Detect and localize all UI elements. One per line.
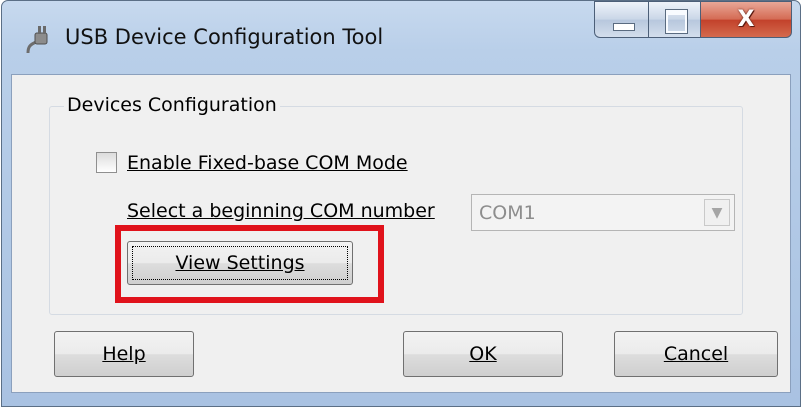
close-icon: X [737,7,755,32]
com-number-select[interactable]: COM1 ▼ [471,194,735,231]
help-button[interactable]: Help [54,331,194,377]
ok-button-label: OK [469,343,497,365]
dialog-window: USB Device Configuration Tool X Devices … [1,0,801,407]
fixed-base-com-checkbox[interactable] [96,152,117,173]
cancel-button-label: Cancel [663,343,729,365]
caption-buttons: X [594,1,792,39]
maximize-button[interactable] [649,1,701,38]
ok-button[interactable]: OK [403,331,563,377]
minimize-icon [613,23,635,31]
dialog-client-area: Devices Configuration Enable Fixed-base … [11,74,791,393]
cancel-button[interactable]: Cancel [614,331,778,377]
fixed-base-com-label[interactable]: Enable Fixed-base COM Mode [127,152,408,174]
close-button[interactable]: X [701,1,792,38]
fixed-base-com-label-text: Enable Fixed-base COM Mode [127,152,408,174]
highlight-box [115,225,384,303]
help-button-label: Help [102,343,146,365]
com-number-label: Select a beginning COM number [127,200,435,222]
maximize-icon [665,9,688,34]
window-title: USB Device Configuration Tool [65,25,384,49]
chevron-down-icon[interactable]: ▼ [704,199,730,226]
minimize-button[interactable] [594,1,649,38]
usb-plug-icon [26,26,48,54]
com-number-label-text: Select a beginning COM number [127,200,435,222]
title-bar[interactable]: USB Device Configuration Tool X [2,1,800,75]
com-number-value: COM1 [479,202,536,224]
group-title: Devices Configuration [64,94,280,116]
